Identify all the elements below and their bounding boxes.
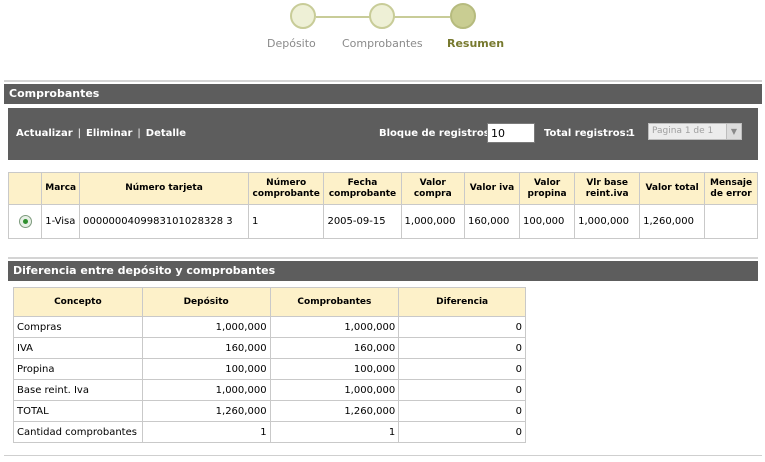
- step-comprobantes-label[interactable]: Comprobantes: [342, 37, 423, 50]
- deposito-cell: 160,000: [141, 337, 271, 359]
- section-divider: [4, 80, 762, 82]
- row-radio-button[interactable]: [18, 215, 32, 228]
- column-header: Marca: [41, 172, 81, 205]
- comprobantes-cell: 1,260,000: [269, 400, 400, 422]
- concepto-cell: Base reint. Iva: [13, 379, 143, 401]
- step-comprobantes-dot[interactable]: [369, 3, 395, 29]
- step-resumen-dot[interactable]: [450, 3, 476, 29]
- column-header: Fecha comprobante: [323, 172, 402, 205]
- deposito-cell: 1: [141, 421, 271, 443]
- step-connector: [394, 16, 450, 18]
- diferencia-table: Concepto Depósito Comprobantes Diferenci…: [13, 287, 526, 443]
- concepto-cell: Propina: [13, 358, 143, 380]
- detalle-link[interactable]: Detalle: [146, 128, 186, 139]
- valor-iva-cell: 160,000: [463, 204, 521, 239]
- step-resumen-label[interactable]: Resumen: [447, 37, 504, 50]
- comprobantes-cell: 1: [269, 421, 400, 443]
- column-header: Valor iva: [463, 172, 521, 205]
- table-row: IVA 160,000 160,000 0: [13, 337, 526, 359]
- valor-compra-cell: 1,000,000: [400, 204, 465, 239]
- deposito-cell: 100,000: [141, 358, 271, 380]
- table-row: TOTAL 1,260,000 1,260,000 0: [13, 400, 526, 422]
- column-header: Comprobantes: [269, 287, 400, 317]
- vlr-base-cell: 1,000,000: [574, 204, 641, 239]
- table-header-row: Concepto Depósito Comprobantes Diferenci…: [13, 287, 526, 317]
- toolbar-separator: |: [77, 128, 82, 139]
- deposito-cell: 1,000,000: [141, 379, 271, 401]
- footer-divider: [4, 455, 762, 456]
- diferencia-cell: 0: [398, 337, 526, 359]
- row-select-cell: [7, 204, 43, 239]
- total-registros-value: 1: [628, 128, 635, 139]
- fecha-cell: 2005-09-15: [323, 204, 402, 239]
- step-connector: [316, 16, 370, 18]
- table-row: Propina 100,000 100,000 0: [13, 358, 526, 380]
- concepto-cell: Compras: [13, 316, 143, 338]
- toolbar-actions: Actualizar | Eliminar | Detalle: [16, 128, 186, 139]
- column-header: Depósito: [141, 287, 271, 317]
- bloque-registros-label: Bloque de registros:: [379, 128, 494, 139]
- concepto-cell: Cantidad comprobantes: [13, 421, 143, 443]
- comprobantes-cell: 1,000,000: [269, 316, 400, 338]
- column-header: Concepto: [13, 287, 143, 317]
- column-header: Número comprobante: [247, 172, 325, 205]
- column-header: Diferencia: [398, 287, 526, 317]
- numero-tarjeta-cell: 0000000409983101028328 3: [79, 204, 249, 239]
- numero-comprobante-cell: 1: [247, 204, 325, 239]
- valor-total-cell: 1,260,000: [639, 204, 706, 239]
- mensaje-error-cell: [704, 204, 758, 239]
- comprobantes-cell: 160,000: [269, 337, 400, 359]
- diferencia-cell: 0: [398, 358, 526, 380]
- concepto-cell: IVA: [13, 337, 143, 359]
- table-row[interactable]: 1-Visa 0000000409983101028328 3 1 2005-0…: [7, 204, 758, 239]
- table-row: Compras 1,000,000 1,000,000 0: [13, 316, 526, 338]
- diferencia-cell: 0: [398, 400, 526, 422]
- marca-cell: 1-Visa: [41, 204, 81, 239]
- comprobantes-table: Marca Número tarjeta Número comprobante …: [7, 172, 758, 239]
- step-deposito-dot[interactable]: [290, 3, 316, 29]
- diferencia-cell: 0: [398, 421, 526, 443]
- section-title-comprobantes: Comprobantes: [4, 84, 762, 104]
- select-column-header: [7, 172, 43, 205]
- page-select[interactable]: Pagina 1 de 1 ▼: [648, 123, 742, 140]
- deposito-cell: 1,000,000: [141, 316, 271, 338]
- chevron-down-icon[interactable]: ▼: [726, 124, 741, 139]
- deposito-cell: 1,260,000: [141, 400, 271, 422]
- comprobantes-cell: 1,000,000: [269, 379, 400, 401]
- bloque-registros-input[interactable]: [487, 123, 535, 143]
- diferencia-cell: 0: [398, 379, 526, 401]
- step-deposito-label[interactable]: Depósito: [267, 37, 316, 50]
- comprobantes-cell: 100,000: [269, 358, 400, 380]
- table-row: Base reint. Iva 1,000,000 1,000,000 0: [13, 379, 526, 401]
- column-header: Valor compra: [400, 172, 465, 205]
- column-header: Mensaje de error: [704, 172, 758, 205]
- column-header: Vlr base reint.iva: [574, 172, 641, 205]
- comprobantes-toolbar: Actualizar | Eliminar | Detalle Bloque de re…: [8, 108, 758, 160]
- column-header: Número tarjeta: [79, 172, 249, 205]
- total-registros-label: Total registros:: [544, 128, 630, 139]
- wizard-stepper: Depósito Comprobantes Resumen: [0, 0, 765, 60]
- section-divider: [8, 257, 758, 259]
- actualizar-link[interactable]: Actualizar: [16, 128, 73, 139]
- page-select-value: Pagina 1 de 1: [652, 126, 714, 136]
- toolbar-separator: |: [137, 128, 141, 139]
- column-header: Valor propina: [519, 172, 576, 205]
- table-row: Cantidad comprobantes 1 1 0: [13, 421, 526, 443]
- section-title-diferencia: Diferencia entre depósito y comprobantes: [8, 261, 758, 281]
- column-header: Valor total: [639, 172, 706, 205]
- table-header-row: Marca Número tarjeta Número comprobante …: [7, 172, 758, 205]
- concepto-cell: TOTAL: [13, 400, 143, 422]
- valor-propina-cell: 100,000: [519, 204, 576, 239]
- eliminar-link[interactable]: Eliminar: [86, 128, 132, 139]
- diferencia-cell: 0: [398, 316, 526, 338]
